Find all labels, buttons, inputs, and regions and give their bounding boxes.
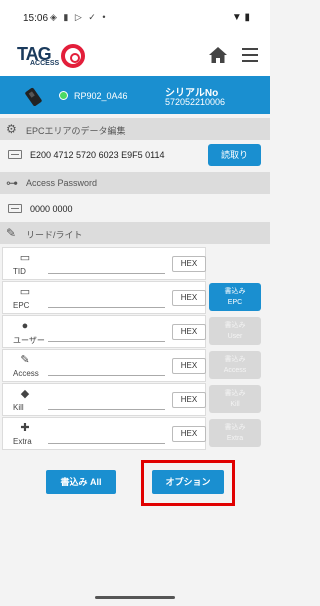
epc-row: E200 4712 5720 6023 E9F5 0114 読取り	[0, 140, 270, 168]
kill-row[interactable]: ◆ Kill HEX	[2, 383, 206, 416]
app-bar: TAG ACCESS	[0, 34, 270, 76]
key-icon: ⊶	[6, 176, 18, 190]
password-field-icon	[8, 204, 22, 213]
write-extra-button[interactable]: 書込み Extra	[209, 419, 261, 447]
password-section-header: ⊶ Access Password	[0, 172, 270, 194]
pencil-icon: ✎	[20, 354, 30, 366]
password-value[interactable]: 0000 0000	[30, 204, 73, 214]
extra-row[interactable]: ✚ Extra HEX	[2, 417, 206, 450]
device-name: RP902_0A46	[74, 91, 128, 101]
rw-section-header: ✎ リード/ライト	[0, 222, 270, 244]
epc-tag-row[interactable]: ▭ EPC HEX	[2, 281, 206, 314]
epc-section-header: ⚙ EPCエリアのデータ編集	[0, 118, 270, 140]
user-row[interactable]: ● ユーザー HEX	[2, 315, 206, 348]
kill-hex-button[interactable]: HEX	[172, 392, 206, 408]
notification-icons: ◈ ▮ ▷ ✓ •	[50, 12, 108, 22]
write-kill-button[interactable]: 書込み Kill	[209, 385, 261, 413]
hamburger-menu-icon[interactable]	[242, 48, 258, 62]
clock: 15:06	[23, 13, 49, 24]
tid-hex-button[interactable]: HEX	[172, 256, 206, 272]
tag-access-logo: TAG ACCESS	[17, 42, 87, 70]
edit-icon: ✎	[6, 226, 17, 240]
epc-icon: ▭	[19, 286, 31, 298]
user-icon: ●	[21, 320, 29, 332]
password-row: 0000 0000	[0, 194, 270, 222]
logo-ring-icon	[61, 44, 85, 68]
gear-icon: ⚙	[6, 122, 17, 136]
write-epc-button[interactable]: 書込み EPC	[209, 283, 261, 311]
connection-status-indicator	[59, 91, 68, 100]
serial-number: 572052210006	[165, 97, 226, 107]
status-bar: 15:06 ◈ ▮ ▷ ✓ • ▼ ▮	[0, 0, 270, 34]
device-bar: RP902_0A46 シリアルNo 572052210006	[0, 76, 270, 114]
epc-hex-button[interactable]: HEX	[172, 290, 206, 306]
tag-field-icon	[8, 150, 22, 159]
access-row[interactable]: ✎ Access HEX	[2, 349, 206, 382]
read-button[interactable]: 読取り	[208, 144, 261, 166]
signal-battery-icons: ▼ ▮	[231, 12, 250, 23]
user-hex-button[interactable]: HEX	[172, 324, 206, 340]
reader-device-icon	[25, 87, 42, 106]
options-highlight-box	[141, 460, 235, 506]
tag-plus-icon: ✚	[20, 422, 30, 434]
tid-icon: ▭	[19, 252, 31, 264]
tid-row[interactable]: ▭ TID HEX	[2, 247, 206, 280]
write-all-button[interactable]: 書込み All	[46, 470, 116, 494]
write-user-button[interactable]: 書込み User	[209, 317, 261, 345]
home-icon[interactable]	[208, 46, 228, 64]
write-access-button[interactable]: 書込み Access	[209, 351, 261, 379]
access-hex-button[interactable]: HEX	[172, 358, 206, 374]
epc-value[interactable]: E200 4712 5720 6023 E9F5 0114	[30, 150, 164, 160]
extra-hex-button[interactable]: HEX	[172, 426, 206, 442]
gesture-nav-handle[interactable]	[95, 596, 175, 599]
eraser-icon: ◆	[20, 388, 30, 400]
